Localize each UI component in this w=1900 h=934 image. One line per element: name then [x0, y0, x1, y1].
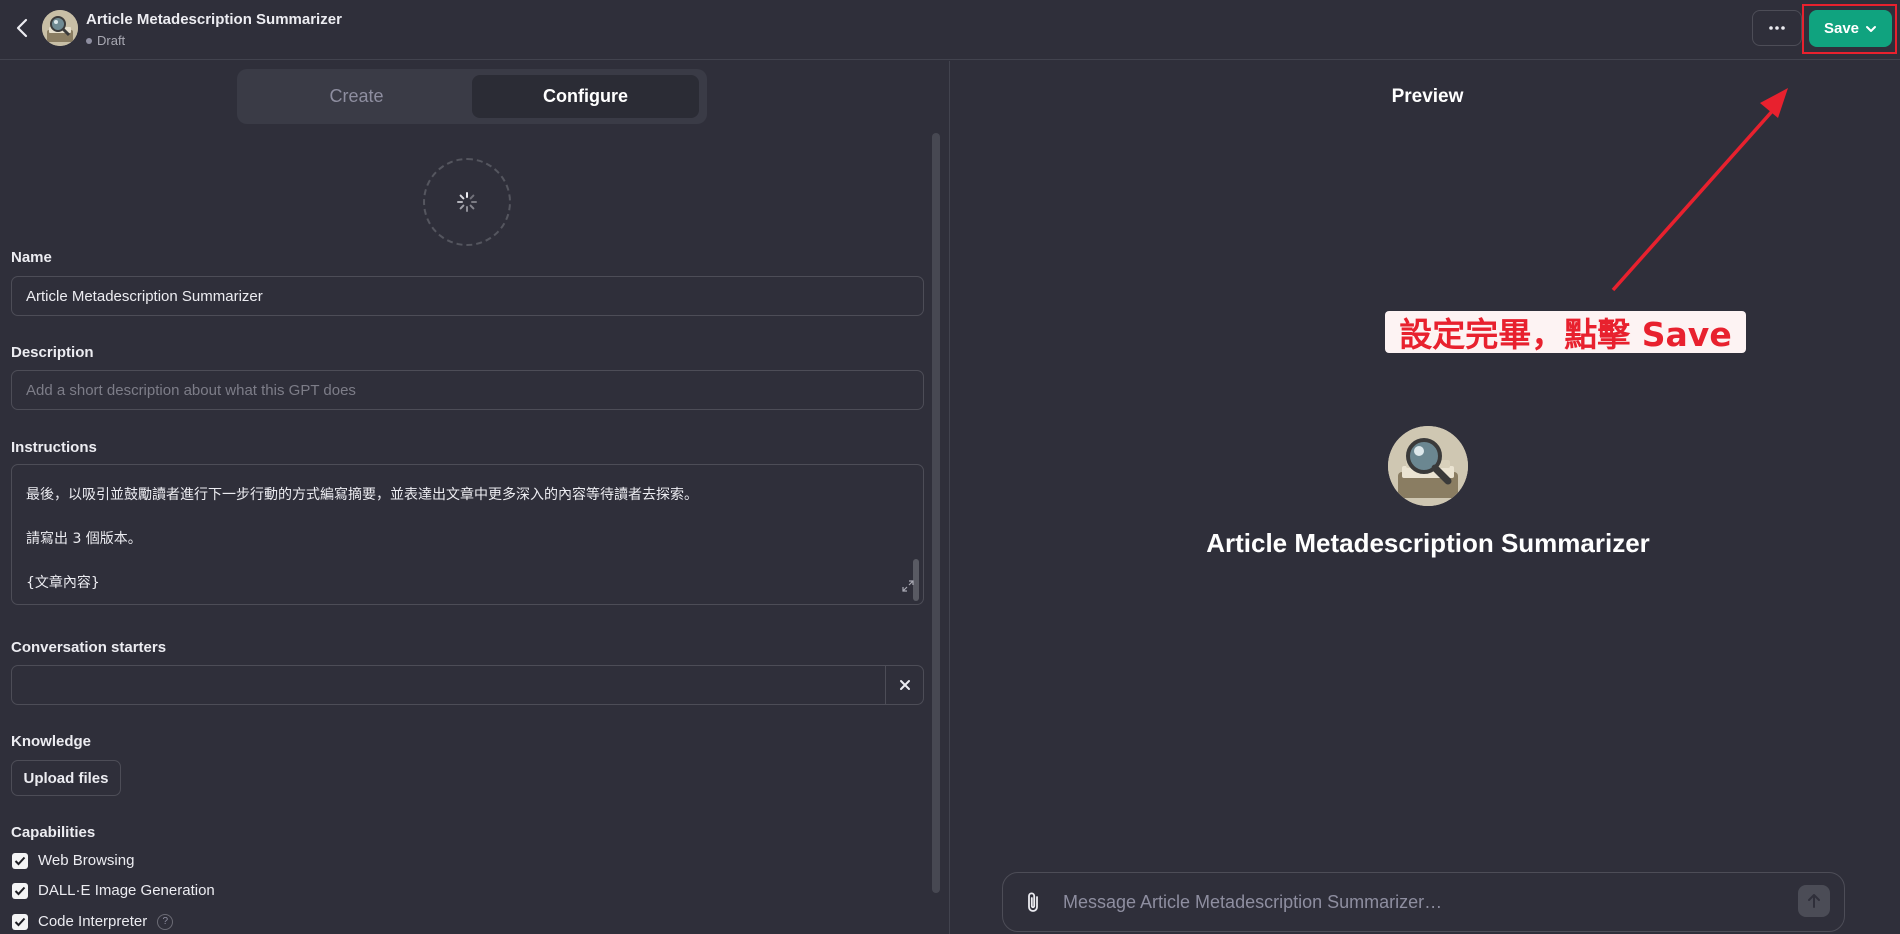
capability-label: Code Interpreter — [38, 913, 148, 930]
capability-code-interpreter[interactable]: Code Interpreter ? — [12, 913, 174, 930]
help-icon[interactable]: ? — [157, 913, 174, 930]
checkbox[interactable] — [12, 882, 28, 899]
annotation-label: 設定完畢，點擊 Save — [1385, 311, 1746, 354]
conversation-starter-input[interactable] — [12, 666, 886, 704]
panel-scrollbar[interactable] — [932, 133, 940, 893]
description-placeholder: Add a short description about what this … — [26, 381, 356, 399]
tab-create[interactable]: Create — [243, 75, 470, 118]
description-field[interactable]: Add a short description about what this … — [11, 370, 924, 410]
checkmark-icon — [14, 886, 26, 895]
name-field[interactable]: Article Metadescription Summarizer — [11, 276, 924, 316]
message-composer: Message Article Metadescription Summariz… — [1002, 872, 1845, 932]
top-bar: Article Metadescription Summarizer Draft… — [0, 0, 1900, 60]
capability-dalle[interactable]: DALL·E Image Generation — [12, 882, 215, 899]
checkmark-icon — [14, 917, 26, 926]
configure-panel: Create Configure Name Article Metadescri… — [0, 61, 950, 934]
instructions-label: Instructions — [11, 439, 97, 456]
avatar-upload[interactable] — [423, 158, 511, 246]
clear-starter-button[interactable] — [885, 666, 923, 704]
checkbox[interactable] — [12, 913, 28, 930]
instructions-line: {文章內容} — [26, 575, 100, 591]
chevron-down-icon — [1866, 25, 1877, 32]
draft-status: Draft — [86, 33, 125, 48]
preview-title: Preview — [1391, 86, 1464, 107]
back-button[interactable] — [10, 16, 34, 40]
gpt-avatar — [42, 10, 78, 46]
loading-spinner-icon — [457, 192, 477, 212]
expand-icon[interactable] — [902, 580, 914, 596]
save-button-label: Save — [1823, 20, 1860, 37]
name-value: Article Metadescription Summarizer — [26, 287, 263, 305]
close-icon — [899, 680, 910, 690]
arrow-up-icon — [1808, 894, 1820, 908]
capability-label: Web Browsing — [38, 852, 135, 869]
instructions-line: 請寫出 3 個版本。 — [26, 531, 142, 547]
ellipsis-icon — [1769, 26, 1785, 30]
capability-label: DALL·E Image Generation — [38, 882, 215, 899]
send-button[interactable] — [1798, 885, 1830, 917]
preview-gpt-name: Article Metadescription Summarizer — [1206, 528, 1650, 558]
status-text: Draft — [97, 33, 126, 48]
mode-tabs: Create Configure — [237, 69, 707, 124]
capability-web-browsing[interactable]: Web Browsing — [12, 852, 134, 869]
message-input[interactable]: Message Article Metadescription Summariz… — [1063, 873, 1783, 931]
upload-files-button[interactable]: Upload files — [11, 760, 121, 796]
instructions-line: 最後，以吸引並鼓勵讀者進行下一步行動的方式編寫摘要，並表達出文章中更多深入的內容… — [26, 487, 698, 503]
more-options-button[interactable] — [1752, 10, 1802, 46]
checkmark-icon — [14, 856, 26, 865]
conversation-starters-label: Conversation starters — [11, 639, 167, 656]
chevron-left-icon — [16, 18, 28, 38]
paperclip-icon[interactable] — [1023, 891, 1043, 920]
knowledge-label: Knowledge — [11, 733, 92, 750]
name-label: Name — [11, 249, 52, 266]
checkbox[interactable] — [12, 852, 28, 869]
conversation-starter-row — [11, 665, 924, 705]
gpt-title: Article Metadescription Summarizer — [86, 11, 342, 28]
save-button[interactable]: Save — [1809, 10, 1892, 47]
capabilities-label: Capabilities — [11, 824, 96, 841]
status-dot-icon — [86, 37, 92, 44]
instructions-field[interactable]: 最後，以吸引並鼓勵讀者進行下一步行動的方式編寫摘要，並表達出文章中更多深入的內容… — [11, 464, 924, 605]
description-label: Description — [11, 344, 94, 361]
preview-avatar — [1388, 426, 1468, 506]
tab-configure[interactable]: Configure — [472, 75, 699, 118]
